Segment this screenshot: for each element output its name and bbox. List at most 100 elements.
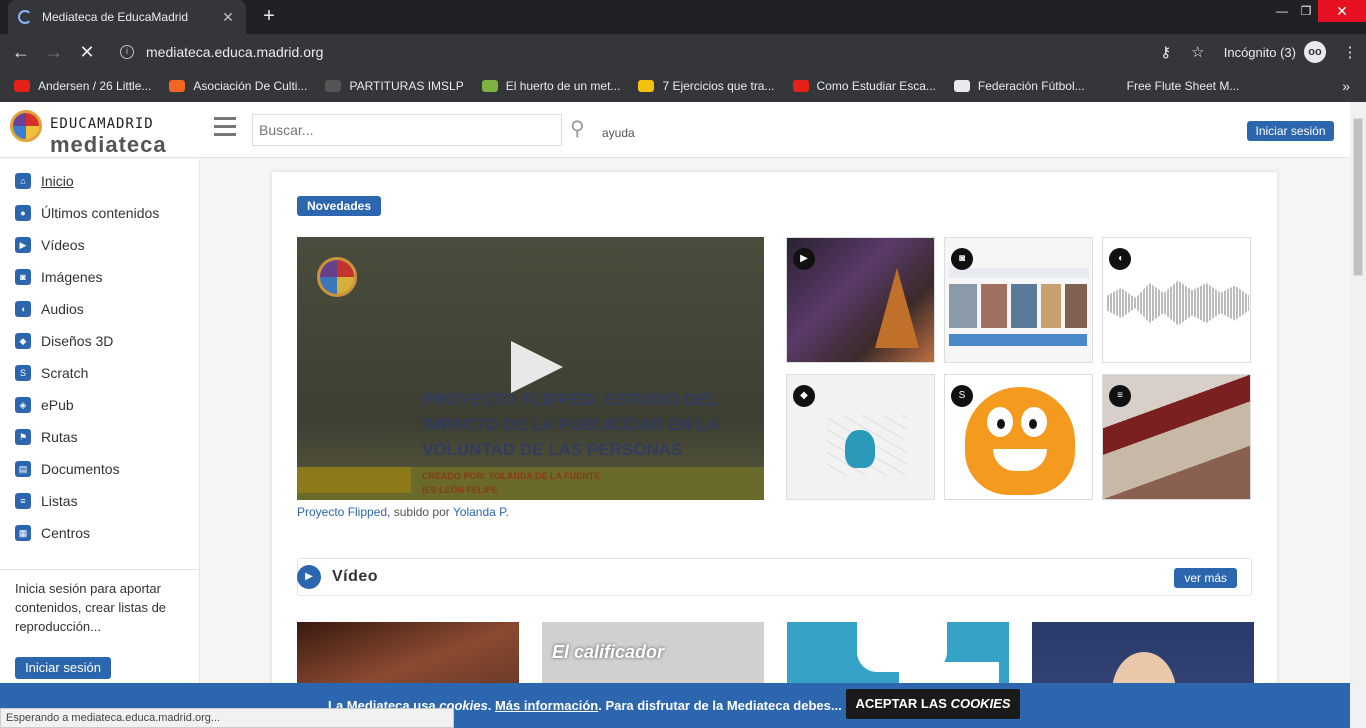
sidebar-item-label: Diseños 3D [41, 333, 114, 349]
featured-caption: Proyecto Flipped, subido por Yolanda P. [297, 505, 509, 519]
bookmark-item[interactable]: Free Flute Sheet M... [1102, 79, 1239, 93]
epub-icon: ◈ [15, 397, 31, 413]
bookmark-label: Asociación De Culti... [193, 79, 308, 93]
bookmark-item[interactable]: Como Estudiar Esca... [792, 79, 936, 93]
help-link[interactable]: ayuda [602, 126, 635, 140]
video-overlay-title: El calificador [552, 642, 665, 662]
bookmark-item[interactable]: PARTITURAS IMSLP [325, 79, 464, 93]
sidebar-item-label: Vídeos [41, 237, 85, 253]
featured-video[interactable]: PROYECTO FLIPPED: ESTUDIO DEL IMPACTO DE… [297, 237, 764, 500]
sidebar-item-2[interactable]: ▶ Vídeos [15, 237, 85, 253]
video-section-icon: ▶ [297, 565, 321, 589]
accept-cookies-button[interactable]: ACEPTAR LAS COOKIES [846, 689, 1020, 719]
blog-icon [481, 80, 498, 92]
bookmark-item[interactable]: Federación Fútbol... [953, 79, 1085, 93]
document-icon: ▤ [15, 461, 31, 477]
browser-tab[interactable]: Mediateca de EducaMadrid ✕ [8, 0, 246, 34]
page-scrollbar[interactable] [1350, 102, 1366, 728]
sidebar-divider [0, 569, 199, 570]
new-tab-button[interactable]: + [258, 6, 280, 28]
incognito-button[interactable]: Incógnito (3) oo [1224, 41, 1326, 63]
hamburger-menu-icon[interactable] [214, 117, 236, 137]
educamadrid-logo[interactable]: EDUCAMADRID mediateca [10, 108, 190, 157]
thumb-scratch[interactable]: S [944, 374, 1093, 500]
uploader-link[interactable]: Yolanda P. [453, 505, 509, 519]
sidebar-item-label: Centros [41, 525, 91, 541]
thumb-image[interactable]: ◙ [944, 237, 1093, 363]
sidebar-item-4[interactable]: ◖ Audios [15, 301, 84, 317]
sidebar-item-3[interactable]: ◙ Imágenes [15, 269, 102, 285]
see-more-button[interactable]: ver más [1174, 568, 1237, 588]
sidebar-item-11[interactable]: ▦ Centros [15, 525, 90, 541]
thumb-video[interactable]: ▶ [786, 237, 935, 363]
close-window-icon[interactable]: ✕ [1318, 0, 1366, 22]
info-icon[interactable]: i [120, 45, 134, 59]
thumb-document[interactable]: ≡ [1102, 374, 1251, 500]
sidebar-item-label: Scratch [41, 365, 89, 381]
flute-icon [1102, 80, 1119, 92]
login-button[interactable]: Iniciar sesión [1247, 121, 1334, 141]
menu-icon[interactable]: ⋮ [1334, 43, 1366, 61]
bookmark-label: 7 Ejercicios que tra... [662, 79, 775, 93]
tab-title: Mediateca de EducaMadrid [42, 10, 189, 24]
video-logo-icon [317, 257, 357, 297]
toolbar-right: ⚷ ☆ Incógnito (3) oo ⋮ [1150, 34, 1366, 70]
window-controls: — ❐ ✕ [1270, 0, 1366, 22]
novedades-badge: Novedades [297, 196, 382, 216]
sidebar-item-5[interactable]: ◆ Diseños 3D [15, 333, 113, 349]
more-info-link[interactable]: Más información [495, 698, 598, 713]
bookmark-label: Como Estudiar Esca... [816, 79, 936, 93]
list-type-icon: ≡ [1109, 385, 1131, 407]
recent-icon: ● [15, 205, 31, 221]
stop-icon[interactable]: ✕ [76, 41, 98, 63]
search-input[interactable] [252, 114, 562, 146]
flag-icon: ⚑ [15, 429, 31, 445]
logo-badge-icon [10, 110, 42, 142]
play-icon[interactable] [511, 341, 563, 393]
thumb-3d[interactable]: ◆ [786, 374, 935, 500]
search-icon[interactable]: ⚲ [570, 116, 596, 142]
sidebar-item-label: Listas [41, 493, 78, 509]
bookmark-item[interactable]: Asociación De Culti... [169, 79, 307, 93]
sidebar-item-6[interactable]: S Scratch [15, 365, 88, 381]
bookmark-item[interactable]: Andersen / 26 Little... [14, 79, 151, 93]
sidebar-message: Inicia sesión para aportar contenidos, c… [15, 581, 167, 634]
restore-icon[interactable]: ❐ [1294, 0, 1318, 22]
bookmark-label: Federación Fútbol... [977, 79, 1085, 93]
bookmark-item[interactable]: El huerto de un met... [481, 79, 620, 93]
star-icon[interactable]: ☆ [1182, 43, 1214, 61]
tab-strip: Mediateca de EducaMadrid ✕ + — ❐ ✕ [0, 0, 1366, 34]
thumb-audio[interactable]: ◖ [1102, 237, 1251, 363]
close-tab-icon[interactable]: ✕ [220, 9, 236, 26]
sidebar-item-8[interactable]: ⚑ Rutas [15, 429, 78, 445]
bookmark-item[interactable]: 7 Ejercicios que tra... [638, 79, 775, 93]
sidebar-item-7[interactable]: ◈ ePub [15, 397, 74, 413]
sidebar-item-label: Documentos [41, 461, 120, 477]
youtube-icon [792, 80, 809, 92]
featured-title-link[interactable]: Proyecto Flipped [297, 505, 387, 519]
back-icon[interactable]: ← [10, 41, 32, 63]
forward-icon[interactable]: → [43, 41, 65, 63]
scratch-type-icon: S [951, 385, 973, 407]
sidebar-item-1[interactable]: ● Últimos contenidos [15, 205, 159, 221]
youtube-icon [14, 80, 30, 92]
scratch-icon: S [15, 365, 31, 381]
more-bookmarks-icon[interactable]: » [1342, 78, 1350, 94]
sidebar-item-10[interactable]: ≡ Listas [15, 493, 78, 509]
address-bar[interactable]: i mediateca.educa.madrid.org [108, 38, 1208, 66]
site-header: EDUCAMADRID mediateca ⚲ ayuda Iniciar se… [0, 102, 1350, 158]
ge-icon [638, 80, 655, 92]
imslp-icon [325, 80, 342, 92]
key-icon[interactable]: ⚷ [1150, 43, 1182, 61]
video-credit-text: CREADO POR: YOLANDA DE LA FUENTE IES LEÓ… [422, 471, 601, 495]
audio-icon: ◖ [15, 301, 31, 317]
video-icon: ▶ [15, 237, 31, 253]
status-bar: Esperando a mediateca.educa.madrid.org..… [0, 708, 454, 728]
sidebar-item-0[interactable]: ⌂ Inicio [15, 173, 74, 189]
scrollbar-thumb[interactable] [1353, 118, 1363, 276]
minimize-icon[interactable]: — [1270, 0, 1294, 22]
browser-toolbar: ← → ✕ i mediateca.educa.madrid.org ⚷ ☆ I… [0, 34, 1366, 70]
sidebar-login-button[interactable]: Iniciar sesión [15, 657, 111, 679]
sidebar-item-9[interactable]: ▤ Documentos [15, 461, 120, 477]
audio-type-icon: ◖ [1109, 248, 1131, 270]
